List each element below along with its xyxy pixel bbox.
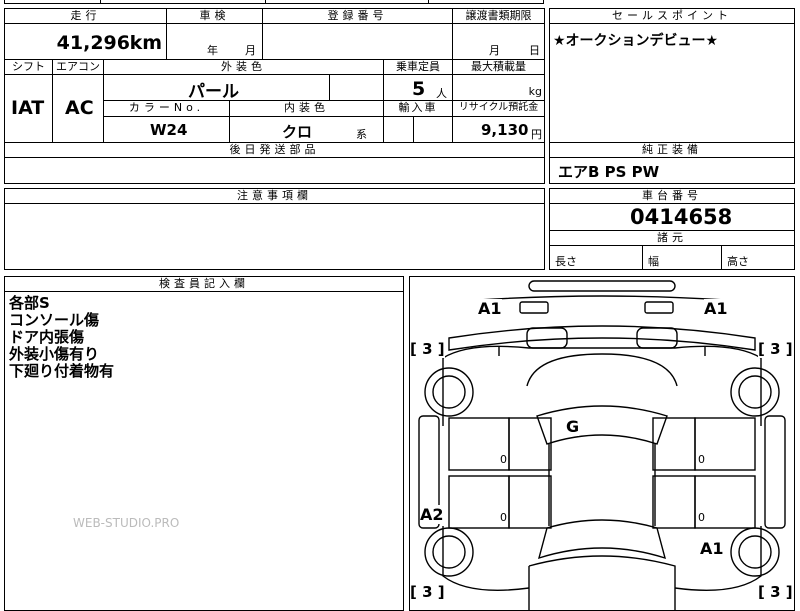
color-no-cell: W24: [103, 116, 230, 143]
interior-color-header: 内装色: [229, 100, 384, 117]
transfer-cell: 月 日: [452, 23, 545, 60]
door-value: 0: [500, 453, 507, 466]
inspector-cell: 各部S コンソール傷 ドア内張傷 外装小傷有り 下廻り付着物有 WEB-STUD…: [4, 291, 404, 611]
aircon-cell: AC: [52, 74, 104, 143]
genuine-equipment-text: エアB PS PW: [558, 163, 660, 181]
mileage-cell: 41,296 km: [4, 23, 167, 60]
recycle-unit: 円: [531, 128, 542, 141]
color-no-value: W24: [150, 121, 188, 139]
inspector-header: 検査員記入欄: [4, 276, 404, 292]
recycle-value: 9,130: [481, 121, 529, 139]
sales-point-header: セールスポイント: [549, 8, 795, 24]
dimension-height-cell: 高さ: [721, 245, 795, 270]
genuine-equipment-cell: エアB PS PW: [549, 157, 795, 184]
color-no-header: カラーNo.: [103, 100, 230, 117]
transfer-header: 譲渡書類期限: [452, 8, 545, 24]
capacity-cell: 5 人: [383, 74, 453, 101]
exterior-color-extra: [329, 74, 384, 101]
transfer-month-unit: 月: [489, 44, 500, 57]
car-diagram-box: A1 A1 G A2 A1 [ 3 ] [ 3 ] [ 3 ] [ 3 ] 0 …: [409, 276, 795, 611]
mileage-header: 走行: [4, 8, 167, 24]
tire-label-rear-left: [ 3 ]: [410, 583, 445, 601]
exterior-color-value: パール: [188, 82, 239, 102]
inspection-year-unit: 年: [207, 44, 218, 57]
sales-point-text: ★オークションデビュー★: [553, 33, 719, 49]
notes-header: 注意事項欄: [4, 188, 545, 204]
import-cell-a: [383, 116, 414, 143]
inspector-note: コンソール傷: [9, 311, 100, 329]
dimension-height-label: 高さ: [727, 255, 749, 268]
interior-color-cell: クロ 系: [229, 116, 384, 143]
max-load-unit: kg: [528, 85, 542, 98]
genuine-equipment-header: 純正装備: [549, 142, 795, 158]
dimension-width-label: 幅: [648, 255, 659, 268]
dimension-length-cell: 長さ: [549, 245, 643, 270]
mark-side-left: A2: [420, 505, 444, 524]
capacity-unit: 人: [436, 87, 447, 100]
interior-color-value: クロ: [282, 123, 313, 141]
door-value: 0: [698, 511, 705, 524]
top-strip: [4, 0, 544, 4]
dimensions-header: 諸元: [549, 230, 795, 246]
inspector-note: 外装小傷有り: [9, 345, 100, 363]
shift-value: IAT: [11, 97, 45, 119]
chassis-header: 車台番号: [549, 188, 795, 204]
interior-color-unit: 系: [356, 128, 367, 141]
chassis-value: 0414658: [630, 205, 733, 229]
chassis-cell: 0414658: [549, 203, 795, 231]
door-value: 0: [698, 453, 705, 466]
mileage-unit: km: [129, 32, 162, 54]
mark-roof: G: [566, 417, 580, 436]
mark-rear-right: A1: [700, 539, 724, 558]
capacity-value: 5: [412, 78, 426, 100]
max-load-header: 最大積載量: [452, 59, 545, 75]
tire-label-front-right: [ 3 ]: [758, 340, 793, 358]
mileage-value: 41,296: [56, 32, 130, 54]
car-diagram: [418, 280, 786, 611]
capacity-header: 乗車定員: [383, 59, 453, 75]
shift-header: シフト: [4, 59, 53, 75]
registration-header: 登録番号: [262, 8, 453, 24]
tire-label-rear-right: [ 3 ]: [758, 583, 793, 601]
tire-label-front-left: [ 3 ]: [410, 340, 445, 358]
inspector-note: 各部S: [9, 294, 50, 312]
sales-point-cell: ★オークションデビュー★: [549, 23, 795, 143]
import-header: 輸入車: [383, 100, 453, 117]
mark-front-right: A1: [704, 299, 728, 318]
later-parts-cell: [4, 157, 545, 184]
import-cell-b: [413, 116, 453, 143]
shift-cell: IAT: [4, 74, 53, 143]
aircon-value: AC: [65, 97, 94, 119]
exterior-color-header: 外装色: [103, 59, 384, 75]
dimension-length-label: 長さ: [555, 255, 577, 268]
recycle-header: リサイクル預託金: [452, 100, 545, 117]
inspector-note: 下廻り付着物有: [9, 362, 115, 380]
transfer-day-unit: 日: [529, 44, 540, 57]
exterior-color-cell: パール: [103, 74, 330, 102]
registration-cell: [262, 23, 453, 60]
max-load-cell: kg: [452, 74, 545, 101]
recycle-cell: 9,130 円: [452, 116, 545, 143]
inspector-notes: 各部S コンソール傷 ドア内張傷 外装小傷有り 下廻り付着物有: [9, 295, 114, 380]
door-value: 0: [500, 511, 507, 524]
later-parts-header: 後日発送部品: [4, 142, 545, 158]
aircon-header: エアコン: [52, 59, 104, 75]
inspection-month-unit: 月: [245, 44, 256, 57]
inspector-note: ドア内張傷: [9, 328, 85, 346]
watermark: WEB-STUDIO.PRO: [73, 516, 180, 530]
inspection-header: 車検: [166, 8, 263, 24]
dimension-width-cell: 幅: [642, 245, 722, 270]
mark-front-left: A1: [478, 299, 502, 318]
notes-cell: [4, 203, 545, 270]
inspection-cell: 年 月: [166, 23, 263, 60]
